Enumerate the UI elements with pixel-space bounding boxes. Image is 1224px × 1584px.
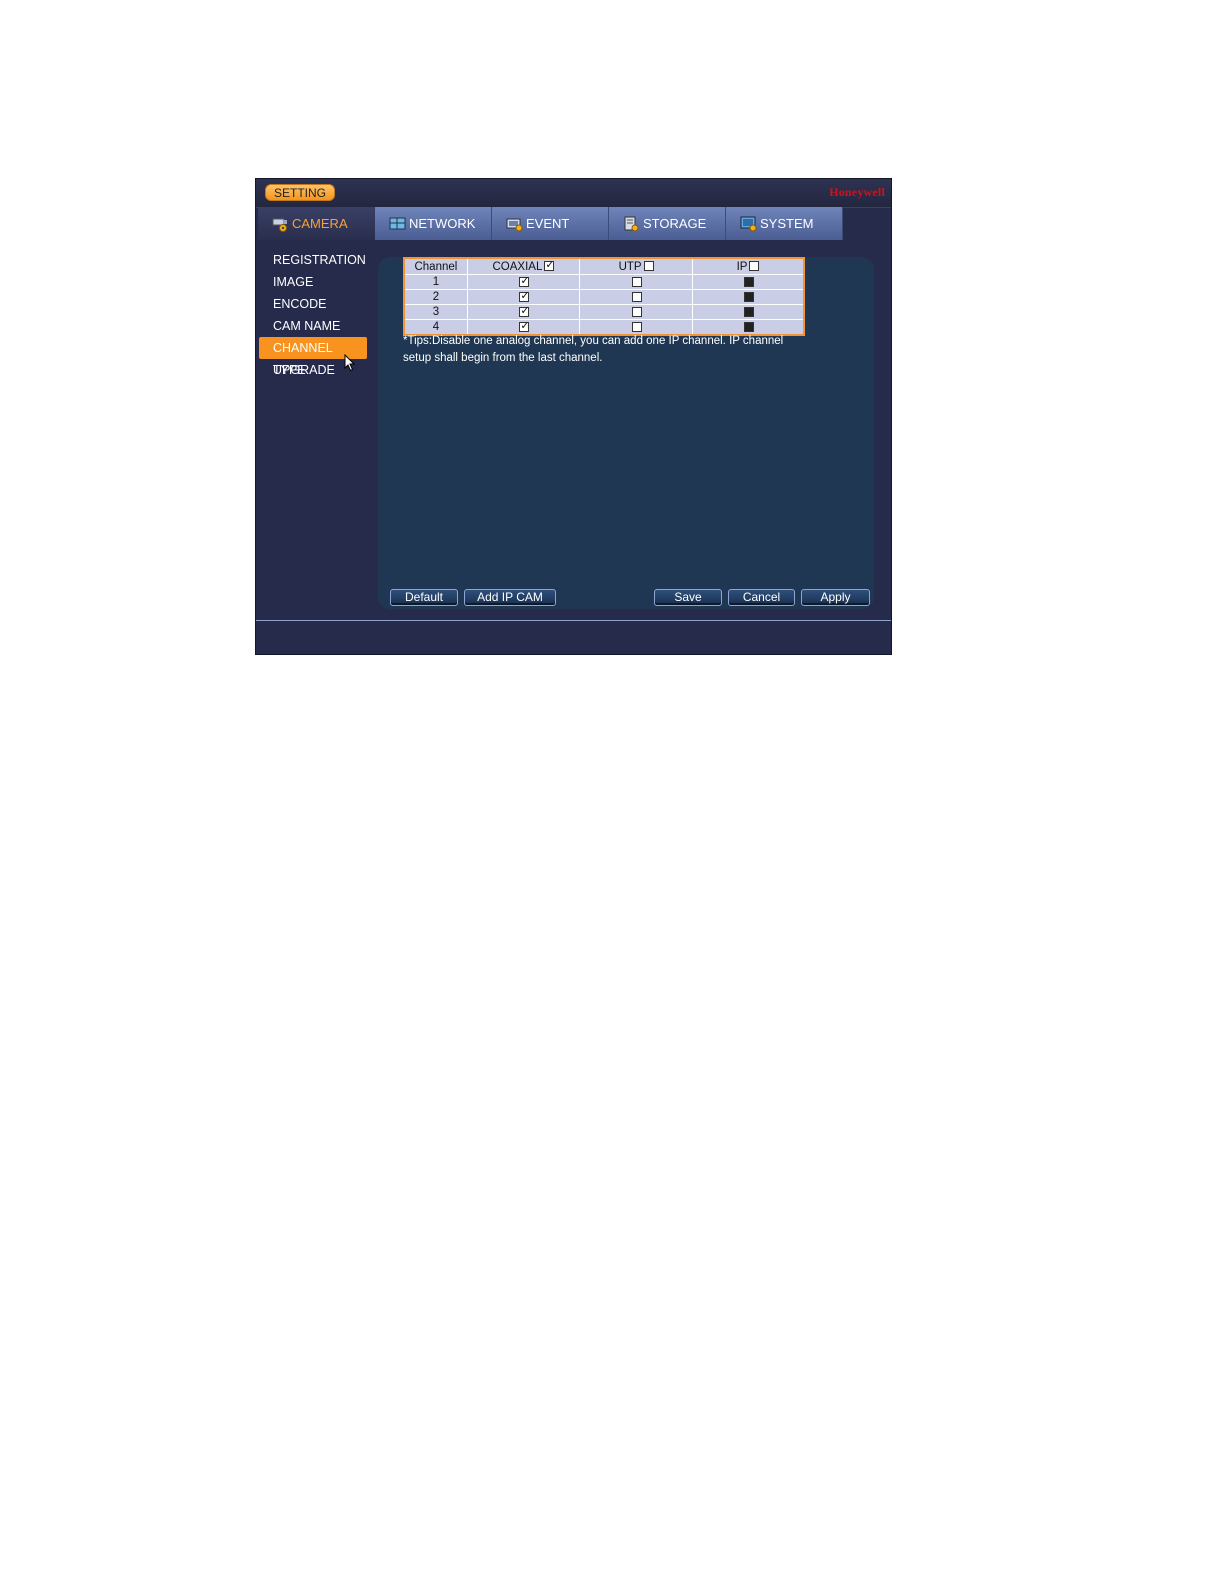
- column-header-coaxial: COAXIAL: [466, 257, 581, 275]
- tab-storage[interactable]: STORAGE: [609, 207, 726, 240]
- ip-checkbox: [744, 276, 755, 287]
- coaxial-checkbox[interactable]: [519, 289, 530, 303]
- column-header-utp: UTP: [579, 257, 694, 275]
- table-row: 3: [403, 304, 805, 320]
- utp-header-label: UTP: [618, 260, 642, 273]
- sidebar-item-encode[interactable]: ENCODE: [259, 293, 367, 315]
- brand-logo: Honeywell: [829, 185, 885, 199]
- default-button[interactable]: Default: [390, 589, 458, 606]
- network-icon: [389, 216, 407, 232]
- apply-button[interactable]: Apply: [801, 589, 870, 606]
- camera-gear-icon: [272, 216, 290, 232]
- utp-checkbox[interactable]: [632, 291, 643, 302]
- tips-text: *Tips:Disable one analog channel, you ca…: [403, 335, 784, 364]
- sidebar-item-cam-name[interactable]: CAM NAME: [259, 315, 367, 337]
- coaxial-cell: [466, 289, 581, 305]
- tab-label: EVENT: [526, 216, 570, 231]
- coaxial-checkbox[interactable]: [519, 319, 530, 333]
- system-icon: [740, 216, 758, 232]
- save-button[interactable]: Save: [654, 589, 722, 606]
- main-tabs: CAMERA NETWORK EVENT STORAGE SYSTEM: [258, 207, 844, 240]
- tab-label: STORAGE: [643, 216, 707, 231]
- cancel-button[interactable]: Cancel: [728, 589, 795, 606]
- mouse-cursor-icon: [344, 354, 356, 372]
- event-icon: [506, 216, 524, 232]
- settings-window: SETTING Honeywell CAMERA NETWORK EVENT S…: [255, 178, 892, 655]
- tab-network[interactable]: NETWORK: [375, 207, 492, 240]
- channel-header-label: Channel: [414, 260, 458, 273]
- add-ip-cam-button[interactable]: Add IP CAM: [464, 589, 556, 606]
- coaxial-header-label: COAXIAL: [492, 260, 543, 273]
- utp-checkbox[interactable]: [632, 276, 643, 287]
- storage-icon: [623, 216, 641, 232]
- tab-label: CAMERA: [292, 216, 348, 231]
- sidebar-item-image[interactable]: IMAGE: [259, 271, 367, 293]
- tab-label: NETWORK: [409, 216, 476, 231]
- tab-label: SYSTEM: [760, 216, 814, 231]
- table-row: 2: [403, 289, 805, 305]
- ip-checkbox: [744, 306, 755, 317]
- ip-select-all-checkbox[interactable]: [749, 261, 760, 272]
- utp-cell: [579, 274, 694, 290]
- coaxial-cell: [466, 274, 581, 290]
- ip-checkbox: [744, 321, 755, 332]
- sidebar-item-registration[interactable]: REGISTRATION: [259, 249, 367, 271]
- coaxial-cell: [466, 304, 581, 320]
- utp-select-all-checkbox[interactable]: [643, 261, 654, 272]
- column-header-ip: IP: [692, 257, 805, 275]
- table-header-row: Channel COAXIAL UTP IP: [403, 257, 805, 275]
- channel-number: 1: [403, 274, 468, 290]
- tab-event[interactable]: EVENT: [492, 207, 609, 240]
- ip-checkbox: [744, 291, 755, 302]
- footer-divider: [256, 620, 891, 621]
- tab-camera[interactable]: CAMERA: [258, 207, 375, 240]
- ip-cell: [692, 304, 805, 320]
- ip-header-label: IP: [736, 260, 748, 273]
- channel-type-panel: Channel COAXIAL UTP IP 1 2: [378, 257, 874, 609]
- coaxial-select-all-checkbox[interactable]: [544, 258, 555, 272]
- column-header-channel: Channel: [403, 257, 468, 275]
- title-bar: SETTING Honeywell: [256, 179, 891, 208]
- ip-cell: [692, 289, 805, 305]
- coaxial-checkbox[interactable]: [519, 304, 530, 318]
- utp-checkbox[interactable]: [632, 306, 643, 317]
- channel-type-table: Channel COAXIAL UTP IP 1 2: [403, 257, 805, 336]
- ip-cell: [692, 274, 805, 290]
- table-row: 1: [403, 274, 805, 290]
- setting-badge: SETTING: [265, 184, 335, 201]
- coaxial-checkbox[interactable]: [519, 274, 530, 288]
- utp-cell: [579, 304, 694, 320]
- tab-system[interactable]: SYSTEM: [726, 207, 843, 240]
- utp-cell: [579, 289, 694, 305]
- utp-checkbox[interactable]: [632, 321, 643, 332]
- channel-number: 3: [403, 304, 468, 320]
- channel-number: 2: [403, 289, 468, 305]
